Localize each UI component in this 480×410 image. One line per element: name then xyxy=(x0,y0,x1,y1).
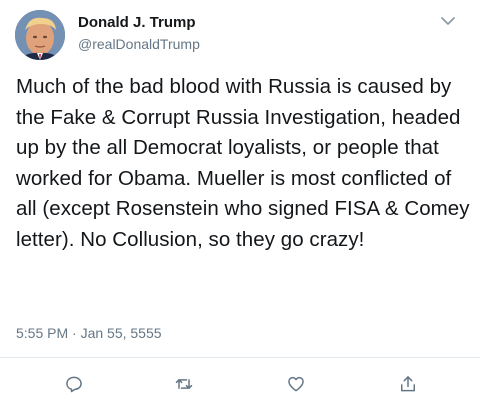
chevron-down-icon[interactable] xyxy=(440,14,456,26)
author-name[interactable]: Donald J. Trump xyxy=(78,14,196,31)
share-button[interactable] xyxy=(396,372,420,396)
reply-button[interactable] xyxy=(62,372,86,396)
tweet-text: Much of the bad blood with Russia is cau… xyxy=(16,75,470,251)
avatar-image xyxy=(15,10,65,60)
share-icon xyxy=(401,376,415,392)
reply-icon xyxy=(66,376,82,393)
retweet-icon xyxy=(175,379,193,389)
avatar[interactable] xyxy=(15,10,65,60)
heart-icon xyxy=(288,376,304,392)
author-handle[interactable]: @realDonaldTrump xyxy=(78,36,200,52)
retweet-button[interactable] xyxy=(172,372,196,396)
like-button[interactable] xyxy=(284,372,308,396)
tweet-timestamp[interactable]: 5:55 PM · Jan 55, 5555 xyxy=(16,325,162,341)
divider xyxy=(0,357,480,358)
tweet-card: Donald J. Trump @realDonaldTrump Much of… xyxy=(0,0,480,410)
